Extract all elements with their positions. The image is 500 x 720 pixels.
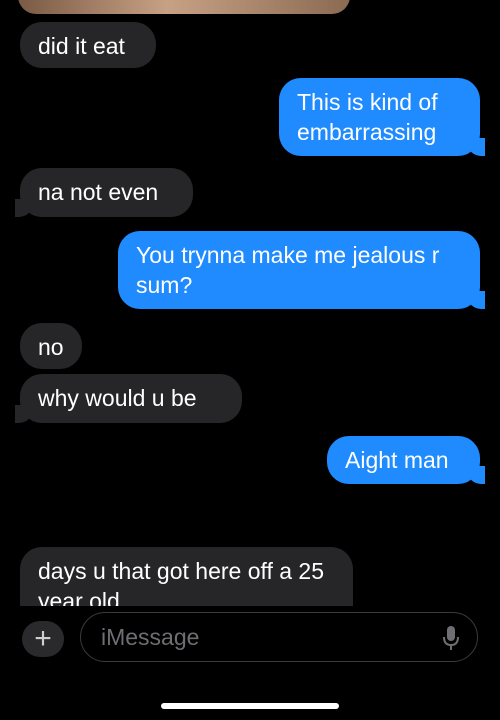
message-thread[interactable]: did it eat This is kind of embarrassing … xyxy=(0,0,500,606)
message-text: did it eat xyxy=(38,33,125,59)
add-attachment-button[interactable]: + xyxy=(22,621,64,657)
message-bubble-received[interactable]: did it eat xyxy=(20,22,156,68)
message-bubble-received[interactable]: no xyxy=(20,323,82,369)
message-bubble-received[interactable]: days u that got here off a 25 year old xyxy=(20,547,353,606)
message-text: na not even xyxy=(38,179,159,205)
photo-attachment[interactable] xyxy=(18,0,350,14)
message-bubble-sent[interactable]: This is kind of embarrassing xyxy=(279,78,485,156)
message-text: days u that got here off a 25 year old xyxy=(38,558,325,606)
mic-icon[interactable] xyxy=(441,625,461,651)
message-bubble-received[interactable]: why would u be xyxy=(15,374,242,423)
message-text: no xyxy=(38,334,64,360)
message-text: why would u be xyxy=(38,385,197,411)
message-input[interactable]: iMessage xyxy=(80,612,478,662)
home-indicator xyxy=(161,703,339,709)
message-text: This is kind of embarrassing xyxy=(297,89,438,145)
message-bubble-received[interactable]: na not even xyxy=(15,168,193,217)
message-text: Aight man xyxy=(345,447,449,473)
message-text: You trynna make me jealous r sum? xyxy=(136,242,440,298)
message-bubble-sent[interactable]: You trynna make me jealous r sum? xyxy=(118,231,485,309)
plus-icon: + xyxy=(34,622,52,655)
message-input-placeholder: iMessage xyxy=(101,624,200,650)
message-bubble-sent[interactable]: Aight man xyxy=(327,436,485,484)
